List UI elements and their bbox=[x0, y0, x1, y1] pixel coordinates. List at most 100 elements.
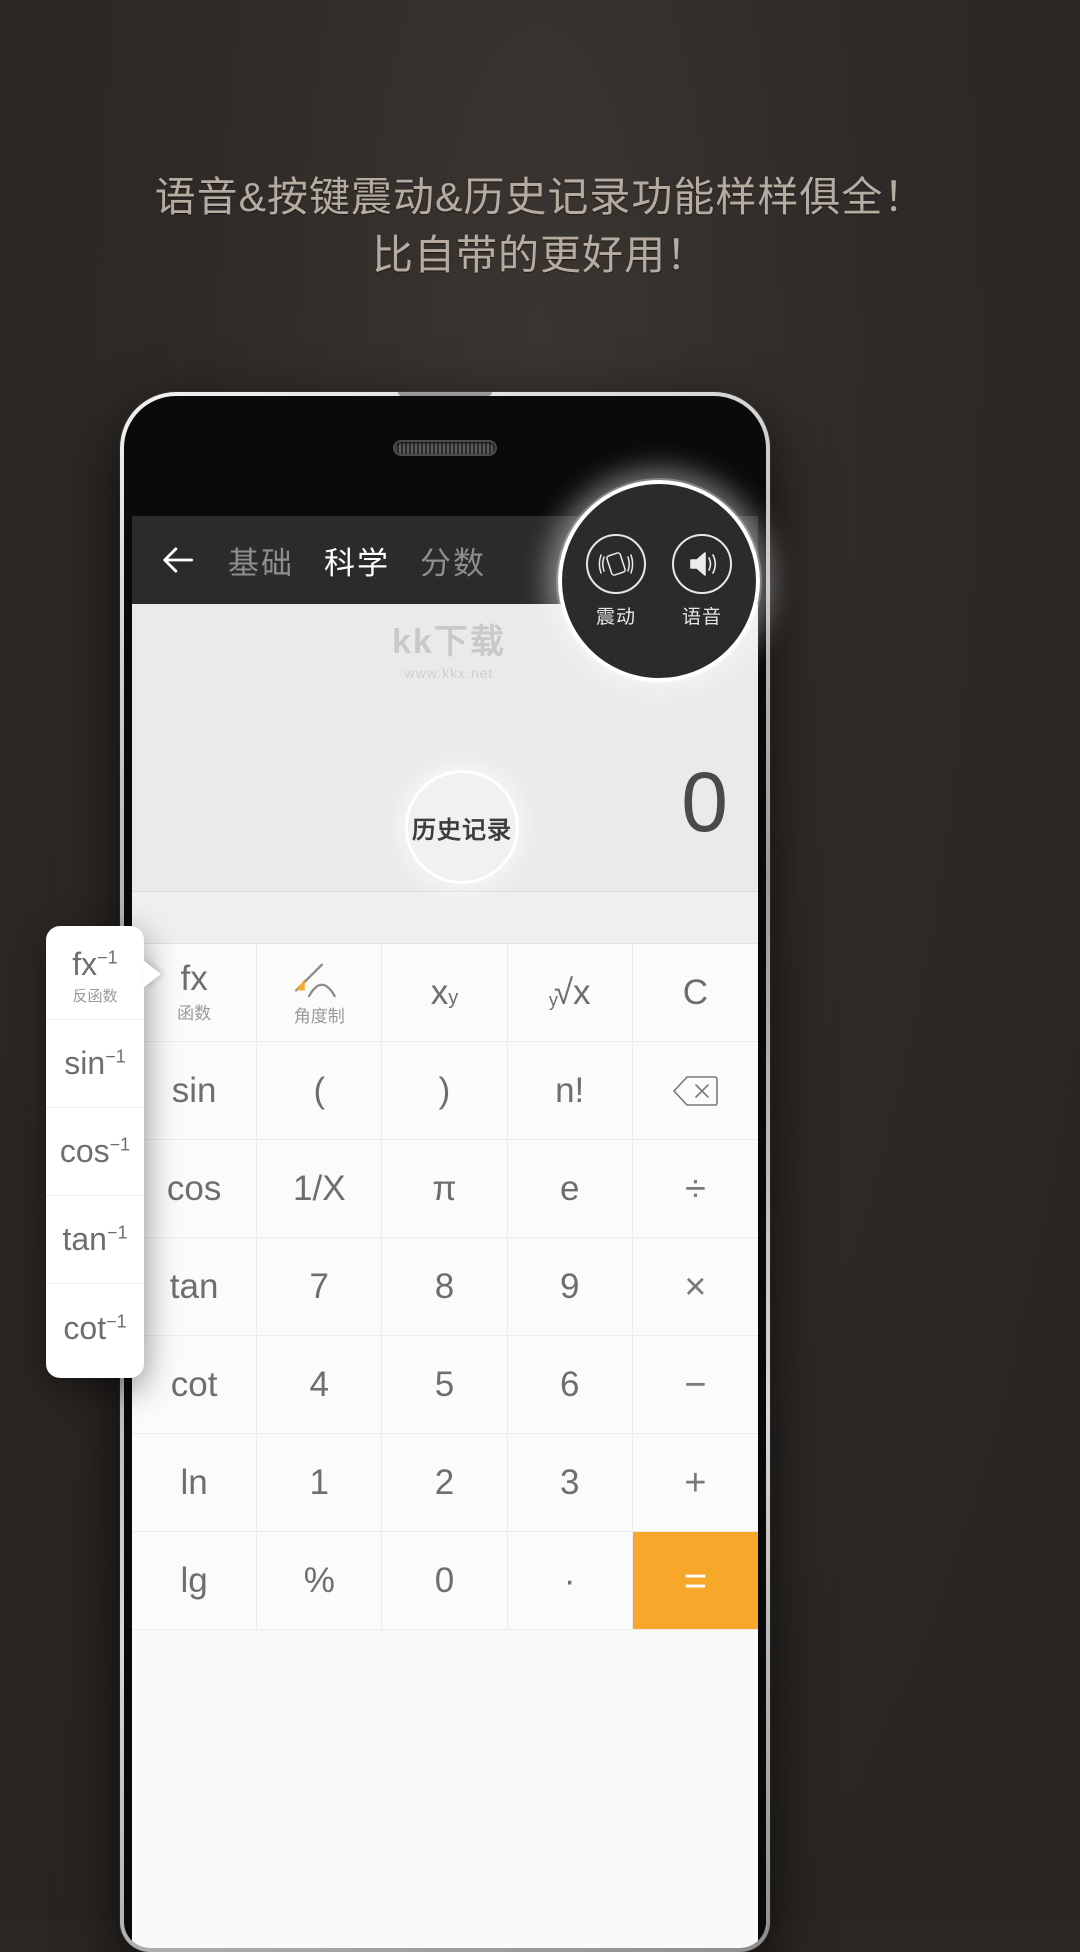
backspace-icon bbox=[672, 1074, 719, 1108]
key-clear-label: C bbox=[682, 973, 709, 1012]
key-paren-close[interactable]: ) bbox=[382, 1042, 508, 1140]
key-paren-open-label: ( bbox=[313, 1071, 326, 1110]
key-cos[interactable]: cos bbox=[132, 1140, 258, 1238]
inverse-item-sin[interactable]: sin−1 bbox=[46, 1020, 144, 1108]
key-3[interactable]: 3 bbox=[507, 1434, 633, 1532]
inverse-function-popup: fx−1 反函数 sin−1 cos−1 tan−1 cot−1 bbox=[46, 926, 161, 1378]
key-6[interactable]: 6 bbox=[507, 1336, 633, 1434]
inverse-sin-label: sin−1 bbox=[64, 1045, 126, 1081]
key-8[interactable]: 8 bbox=[382, 1238, 508, 1336]
key-plus[interactable]: + bbox=[632, 1434, 758, 1532]
key-ln[interactable]: ln bbox=[132, 1434, 258, 1532]
key-fx-sublabel: 函数 bbox=[177, 1004, 212, 1023]
key-percent[interactable]: % bbox=[257, 1532, 383, 1630]
key-lg[interactable]: lg bbox=[132, 1532, 258, 1630]
action-vibration[interactable]: 震动 bbox=[586, 533, 646, 629]
key-clear[interactable]: C bbox=[632, 944, 758, 1042]
key-tan-label: tan bbox=[169, 1267, 219, 1306]
key-1-label: 1 bbox=[309, 1463, 330, 1502]
inverse-fx-label: fx−1 bbox=[72, 945, 118, 982]
key-e-label: e bbox=[559, 1169, 580, 1208]
key-sin[interactable]: sin bbox=[132, 1042, 258, 1140]
action-voice[interactable]: 语音 bbox=[672, 533, 732, 629]
key-5-label: 5 bbox=[434, 1365, 455, 1404]
magnifier-history[interactable]: 历史记录 bbox=[405, 770, 519, 884]
tab-fraction[interactable]: 分数 bbox=[420, 538, 486, 583]
key-decimal[interactable]: · bbox=[507, 1532, 633, 1630]
watermark-title: kk下载 bbox=[392, 623, 506, 661]
angle-icon bbox=[290, 959, 348, 999]
inverse-item-cot[interactable]: cot−1 bbox=[46, 1284, 144, 1372]
inverse-tan-label: tan−1 bbox=[62, 1221, 128, 1257]
key-sin-label: sin bbox=[171, 1071, 217, 1110]
key-3-label: 3 bbox=[559, 1463, 580, 1502]
key-cot[interactable]: cot bbox=[132, 1336, 258, 1434]
key-pi-label: π bbox=[432, 1169, 457, 1208]
promo-headline: 语音&按键震动&历史记录功能样样俱全！ 比自带的更好用！ bbox=[0, 170, 1080, 287]
watermark-url: www.kkx.net bbox=[404, 665, 494, 681]
key-4-label: 4 bbox=[309, 1365, 330, 1404]
key-cot-label: cot bbox=[170, 1365, 218, 1404]
headline-line-1: 语音&按键震动&历史记录功能样样俱全！ bbox=[154, 174, 926, 220]
key-cos-label: cos bbox=[166, 1169, 222, 1208]
key-0[interactable]: 0 bbox=[382, 1532, 508, 1630]
key-5[interactable]: 5 bbox=[382, 1336, 508, 1434]
key-4[interactable]: 4 bbox=[257, 1336, 383, 1434]
vibration-icon bbox=[586, 533, 646, 594]
key-2[interactable]: 2 bbox=[382, 1434, 508, 1532]
key-pi[interactable]: π bbox=[382, 1140, 508, 1238]
key-9-label: 9 bbox=[559, 1267, 580, 1306]
key-0-label: 0 bbox=[434, 1561, 455, 1600]
key-7[interactable]: 7 bbox=[257, 1238, 383, 1336]
key-backspace[interactable] bbox=[632, 1042, 758, 1140]
key-minus-label: − bbox=[684, 1363, 707, 1406]
key-angle-mode[interactable]: 角度制 bbox=[257, 944, 383, 1042]
key-nth-root[interactable]: y √x bbox=[507, 944, 633, 1042]
back-arrow-icon[interactable] bbox=[158, 539, 200, 581]
tab-basic[interactable]: 基础 bbox=[228, 538, 294, 583]
magnifier-toolbar-actions: 震动 语音 bbox=[558, 480, 760, 682]
history-strip[interactable] bbox=[132, 892, 758, 944]
key-lg-label: lg bbox=[180, 1561, 208, 1600]
key-9[interactable]: 9 bbox=[507, 1238, 633, 1336]
key-2-label: 2 bbox=[434, 1463, 455, 1502]
inverse-cot-label: cot−1 bbox=[63, 1309, 127, 1346]
key-6-label: 6 bbox=[559, 1365, 580, 1404]
key-divide[interactable]: ÷ bbox=[632, 1140, 758, 1238]
key-decimal-label: · bbox=[563, 1561, 576, 1600]
key-tan[interactable]: tan bbox=[132, 1238, 258, 1336]
key-factorial[interactable]: n! bbox=[507, 1042, 633, 1140]
key-percent-label: % bbox=[303, 1561, 335, 1600]
key-e[interactable]: e bbox=[507, 1140, 633, 1238]
key-paren-open[interactable]: ( bbox=[257, 1042, 383, 1140]
action-voice-label: 语音 bbox=[681, 606, 722, 628]
key-reciprocal-label: 1/X bbox=[293, 1169, 346, 1208]
key-minus[interactable]: − bbox=[632, 1336, 758, 1434]
key-power[interactable]: xy bbox=[382, 944, 508, 1042]
inverse-item-fx[interactable]: fx−1 反函数 bbox=[46, 932, 144, 1020]
key-multiply[interactable]: × bbox=[632, 1238, 758, 1336]
power-button[interactable] bbox=[398, 392, 492, 396]
app-screen: 基础 科学 分数 kk下载 www.kkx.net 0 fx 函数 角度制 x … bbox=[132, 516, 758, 1948]
key-fx[interactable]: fx 函数 bbox=[132, 944, 258, 1042]
key-ln-label: ln bbox=[180, 1463, 208, 1502]
key-plus-label: + bbox=[684, 1461, 707, 1504]
inverse-item-tan[interactable]: tan−1 bbox=[46, 1196, 144, 1284]
site-watermark: kk下载 www.kkx.net bbox=[392, 614, 506, 681]
key-angle-sublabel: 角度制 bbox=[293, 1006, 345, 1026]
history-label: 历史记录 bbox=[412, 816, 512, 844]
inverse-fx-sublabel: 反函数 bbox=[72, 987, 118, 1005]
inverse-item-cos[interactable]: cos−1 bbox=[46, 1108, 144, 1196]
key-multiply-label: × bbox=[684, 1265, 707, 1308]
key-reciprocal[interactable]: 1/X bbox=[257, 1140, 383, 1238]
key-divide-label: ÷ bbox=[684, 1167, 706, 1210]
popup-pointer-icon bbox=[143, 960, 161, 988]
key-factorial-label: n! bbox=[555, 1071, 585, 1110]
key-nth-root-label: y √x bbox=[548, 973, 591, 1012]
inverse-cos-label: cos−1 bbox=[59, 1133, 131, 1169]
key-7-label: 7 bbox=[309, 1267, 330, 1306]
key-equals[interactable]: = bbox=[632, 1532, 758, 1630]
tab-scientific[interactable]: 科学 bbox=[324, 538, 390, 583]
earpiece-speaker-icon bbox=[393, 440, 497, 456]
key-1[interactable]: 1 bbox=[257, 1434, 383, 1532]
